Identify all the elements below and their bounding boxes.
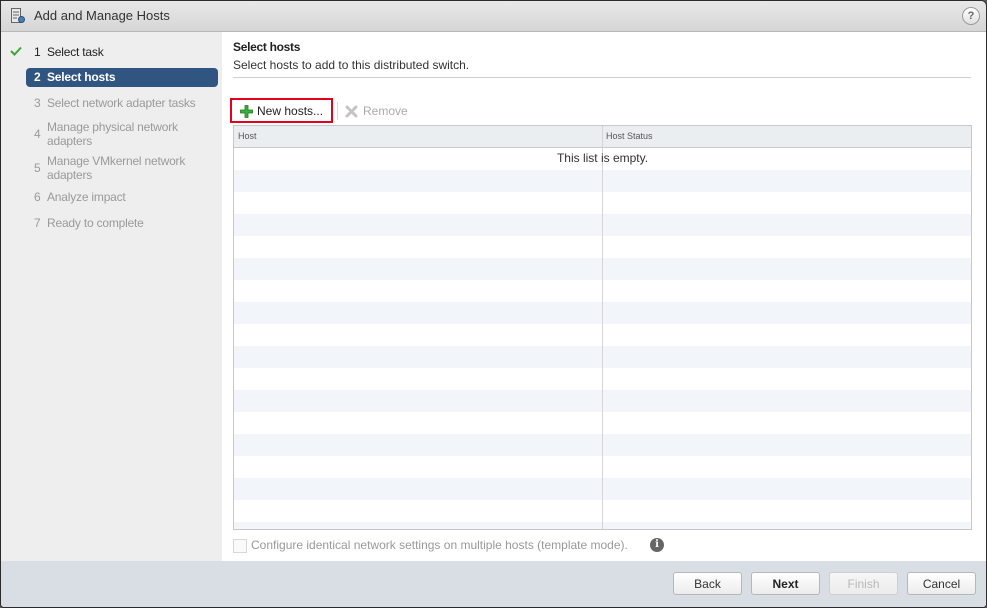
column-divider[interactable] <box>602 126 603 529</box>
toolbar-separator <box>337 102 338 120</box>
check-icon <box>10 46 22 56</box>
column-header-host-status[interactable]: Host Status <box>606 131 653 141</box>
page-description: Select hosts to add to this distributed … <box>233 58 470 72</box>
template-mode-label: Configure identical network settings on … <box>251 538 628 552</box>
cancel-button[interactable]: Cancel <box>907 572 976 595</box>
empty-list-message: This list is empty. <box>556 151 649 165</box>
step-select-network-adapter-tasks: 3 Select network adapter tasks <box>34 96 196 110</box>
wizard-footer: Back Next Finish Cancel <box>1 561 986 607</box>
page-title: Select hosts <box>233 40 301 54</box>
step-select-task[interactable]: 1 Select task <box>26 45 218 61</box>
finish-button: Finish <box>829 572 898 595</box>
step-manage-physical-adapters: 4 Manage physical network adapters <box>34 120 178 148</box>
back-button[interactable]: Back <box>673 572 742 595</box>
host-wizard-icon <box>11 8 25 23</box>
new-hosts-button[interactable]: New hosts... <box>230 98 333 123</box>
content-pane: Select hosts Select hosts to add to this… <box>222 32 986 561</box>
plus-icon <box>240 105 253 118</box>
step-analyze-impact: 6 Analyze impact <box>34 190 126 204</box>
dialog-title: Add and Manage Hosts <box>34 8 170 23</box>
info-icon[interactable]: i <box>650 538 664 552</box>
step-select-hosts[interactable]: 2 Select hosts <box>26 68 218 87</box>
divider <box>233 77 971 78</box>
template-mode-checkbox[interactable] <box>233 539 247 553</box>
wizard-steps-sidebar: 1 Select task 2 Select hosts 3 Select ne… <box>1 32 222 561</box>
add-manage-hosts-dialog: Add and Manage Hosts ? 1 Select task 2 S… <box>0 0 987 608</box>
step-ready-to-complete: 7 Ready to complete <box>34 216 144 230</box>
step-manage-vmkernel-adapters: 5 Manage VMkernel network adapters <box>34 154 186 182</box>
next-button[interactable]: Next <box>751 572 820 595</box>
remove-x-icon <box>345 105 358 118</box>
column-header-host[interactable]: Host <box>238 131 257 141</box>
hosts-grid: Host Host Status This list is empty. <box>233 125 972 530</box>
title-bar: Add and Manage Hosts ? <box>1 1 986 32</box>
help-icon[interactable]: ? <box>962 7 980 25</box>
